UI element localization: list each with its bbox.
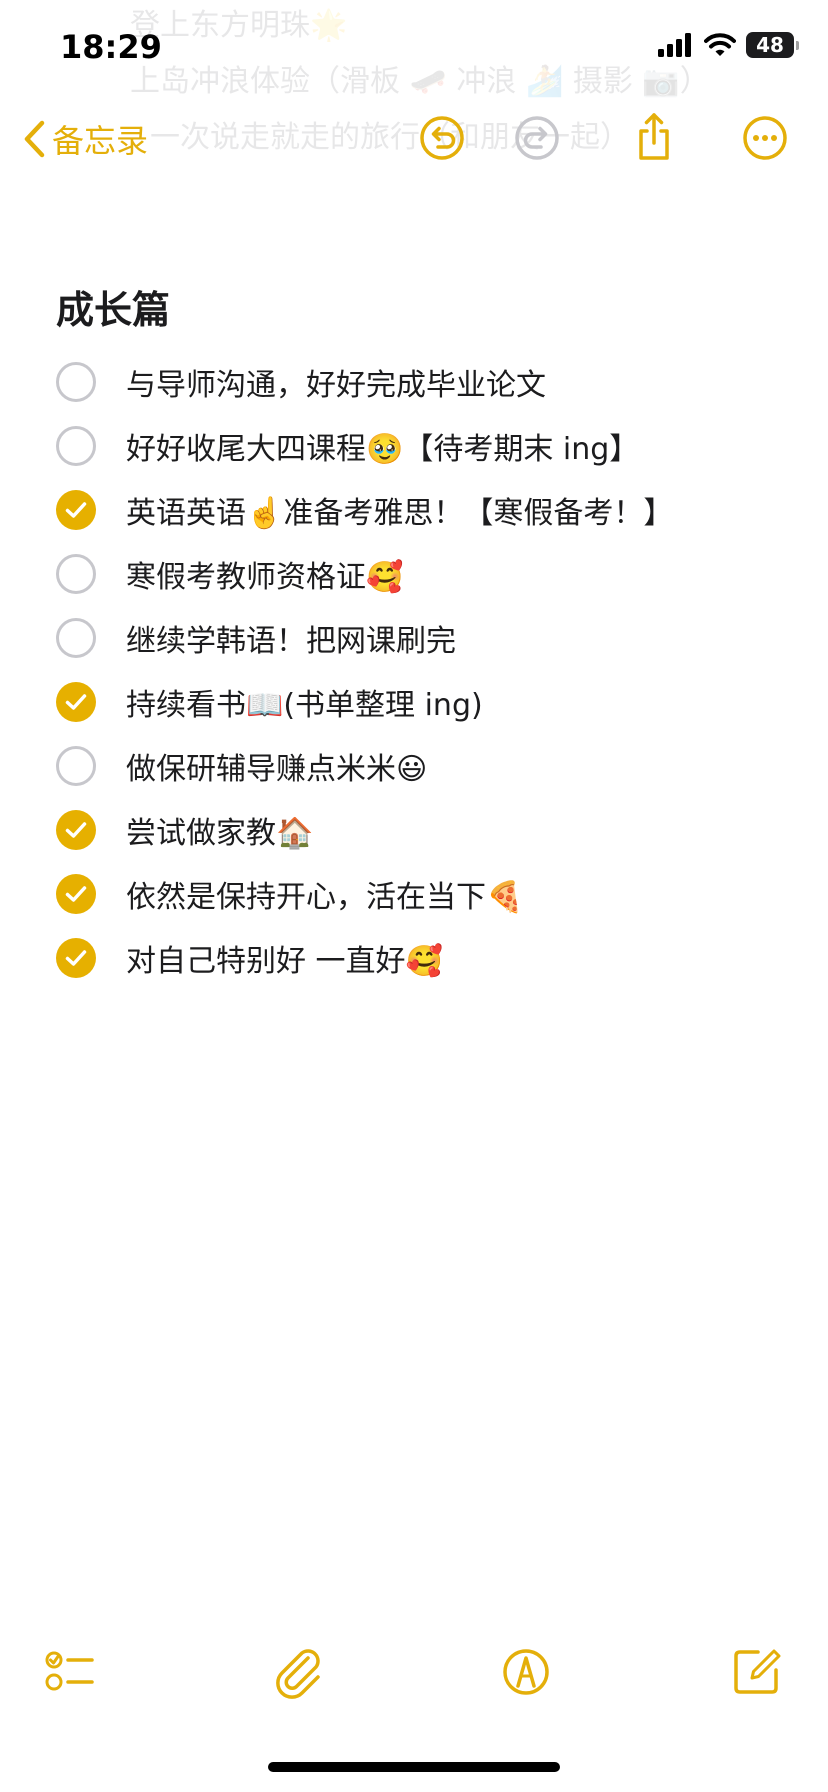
back-label: 备忘录 [52,122,149,160]
checklist-item-text[interactable]: 持续看书📖(书单整理 ing) [126,680,483,724]
checklist-item[interactable]: 尝试做家教🏠 [56,798,788,862]
checklist-item-text[interactable]: 与导师沟通，好好完成毕业论文 [126,360,546,404]
note-content[interactable]: 成长篇 与导师沟通，好好完成毕业论文好好收尾大四课程🥹【待考期末 ing】 英语英… [56,280,788,990]
unchecked-circle-icon[interactable] [56,746,96,786]
checklist-item[interactable]: 继续学韩语！把网课刷完 [56,606,788,670]
checklist-item[interactable]: 持续看书📖(书单整理 ing) [56,670,788,734]
checklist-item-text[interactable]: 做保研辅导赚点米米😃 [126,744,427,788]
wifi-icon [704,33,736,56]
checklist: 与导师沟通，好好完成毕业论文好好收尾大四课程🥹【待考期末 ing】 英语英语☝️准… [56,350,788,990]
more-icon[interactable] [737,110,793,166]
checklist-item[interactable]: 寒假考教师资格证🥰 [56,542,788,606]
attachment-icon[interactable] [268,1640,332,1704]
compose-icon[interactable] [724,1640,788,1704]
checklist-item[interactable]: 做保研辅导赚点米米😃 [56,734,788,798]
checklist-item-text[interactable]: 对自己特别好 一直好🥰 [126,936,443,980]
note-title[interactable]: 成长篇 [56,280,788,340]
status-icons: 48 [658,32,799,58]
nav-bar: 备忘录 [0,100,828,180]
battery-icon: 48 [746,32,799,58]
checklist-item[interactable]: 依然是保持开心，活在当下🍕 [56,862,788,926]
checklist-item[interactable]: 与导师沟通，好好完成毕业论文 [56,350,788,414]
checklist-icon[interactable] [38,1640,102,1704]
share-icon[interactable] [626,110,682,166]
checklist-item-text[interactable]: 依然是保持开心，活在当下🍕 [126,872,523,916]
bottom-toolbar [0,1640,828,1720]
redo-icon[interactable] [509,110,565,166]
checklist-item-text[interactable]: 寒假考教师资格证🥰 [126,552,403,596]
unchecked-circle-icon[interactable] [56,362,96,402]
checklist-item-text[interactable]: 英语英语☝️准备考雅思！【寒假备考！】 [126,488,673,532]
unchecked-circle-icon[interactable] [56,554,96,594]
unchecked-circle-icon[interactable] [56,426,96,466]
checklist-item-text[interactable]: 继续学韩语！把网课刷完 [126,616,456,660]
back-chevron-icon [24,120,45,158]
checklist-item-text[interactable]: 好好收尾大四课程🥹【待考期末 ing】 [126,424,639,468]
checklist-item[interactable]: 好好收尾大四课程🥹【待考期末 ing】 [56,414,788,478]
back-button[interactable]: 备忘录 [22,116,148,162]
ghost-line: 登上东方明珠🌟 [130,8,348,43]
checked-circle-icon[interactable] [56,810,96,850]
checked-circle-icon[interactable] [56,490,96,530]
checked-circle-icon[interactable] [56,874,96,914]
ghost-line: 上岛冲浪体验（滑板 🛹 冲浪 🏄 摄影 📷） [130,64,710,99]
battery-level: 48 [756,33,784,57]
checked-circle-icon[interactable] [56,938,96,978]
checklist-item-text[interactable]: 尝试做家教🏠 [126,808,313,852]
checklist-item[interactable]: 英语英语☝️准备考雅思！【寒假备考！】 [56,478,788,542]
unchecked-circle-icon[interactable] [56,618,96,658]
markup-icon[interactable] [494,1640,558,1704]
undo-icon[interactable] [414,110,470,166]
cellular-signal-icon [658,33,691,57]
checklist-item[interactable]: 对自己特别好 一直好🥰 [56,926,788,990]
checked-circle-icon[interactable] [56,682,96,722]
home-indicator[interactable] [268,1762,560,1772]
